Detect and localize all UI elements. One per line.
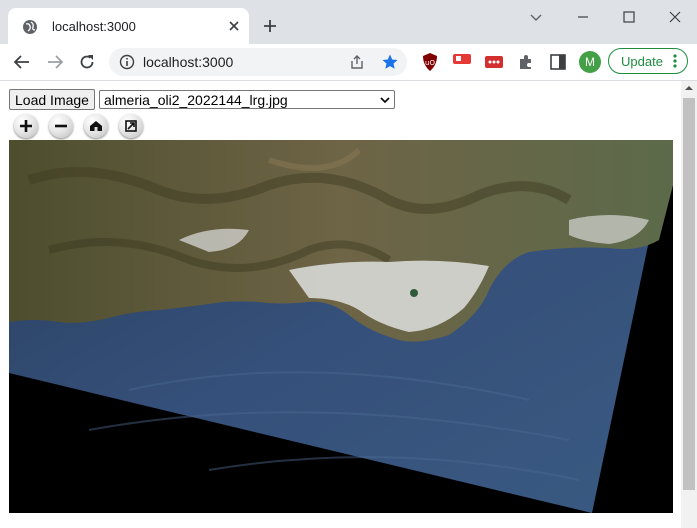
reload-icon[interactable] — [78, 53, 96, 71]
share-icon[interactable] — [349, 54, 365, 70]
chevron-down-icon — [380, 97, 390, 104]
forward-arrow-icon[interactable] — [46, 53, 64, 71]
minimize-icon[interactable] — [574, 8, 592, 26]
update-label: Update — [621, 54, 663, 69]
address-bar[interactable]: localhost:3000 — [109, 48, 407, 76]
image-select-value: almeria_oli2_2022144_lrg.jpg — [104, 92, 288, 108]
calendar-extension-icon[interactable] — [452, 52, 472, 72]
lastpass-icon[interactable] — [484, 52, 504, 72]
fullscreen-button[interactable] — [119, 114, 143, 138]
minus-icon — [55, 124, 67, 128]
new-tab-icon[interactable] — [262, 18, 278, 34]
close-tab-icon[interactable] — [226, 18, 242, 34]
load-image-button[interactable]: Load Image — [9, 89, 95, 110]
globe-icon — [23, 20, 37, 34]
tab-title: localhost:3000 — [52, 19, 136, 34]
tab-search-chevron-icon[interactable] — [527, 8, 545, 26]
back-arrow-icon[interactable] — [13, 53, 31, 71]
maximize-icon[interactable] — [620, 8, 638, 26]
plus-icon — [20, 120, 32, 132]
home-icon — [90, 121, 102, 131]
profile-avatar[interactable]: M — [579, 51, 601, 73]
svg-text:uO: uO — [425, 59, 435, 67]
image-select[interactable]: almeria_oli2_2022144_lrg.jpg — [99, 90, 395, 109]
url-text[interactable]: localhost:3000 — [143, 54, 233, 70]
fullscreen-icon — [125, 120, 137, 132]
site-info-icon[interactable] — [119, 54, 135, 70]
home-button[interactable] — [84, 114, 108, 138]
kebab-menu-icon[interactable] — [673, 53, 677, 69]
tab-strip: localhost:3000 — [0, 0, 697, 44]
satellite-image — [9, 140, 673, 513]
window-close-icon[interactable] — [666, 8, 684, 26]
page-content: Load Image almeria_oli2_2022144_lrg.jpg — [0, 81, 681, 528]
side-panel-icon[interactable] — [548, 52, 568, 72]
browser-tab[interactable]: localhost:3000 — [8, 8, 249, 44]
zoom-in-button[interactable] — [14, 114, 38, 138]
scroll-thumb[interactable] — [683, 98, 695, 490]
image-viewer[interactable] — [9, 140, 673, 513]
scroll-up-arrow-icon[interactable] — [681, 81, 697, 95]
bookmark-star-icon[interactable] — [381, 53, 399, 71]
ublock-shield-icon[interactable]: uO — [420, 52, 440, 72]
zoom-out-button[interactable] — [49, 114, 73, 138]
puzzle-extensions-icon[interactable] — [516, 52, 536, 72]
update-button[interactable]: Update — [608, 48, 688, 74]
